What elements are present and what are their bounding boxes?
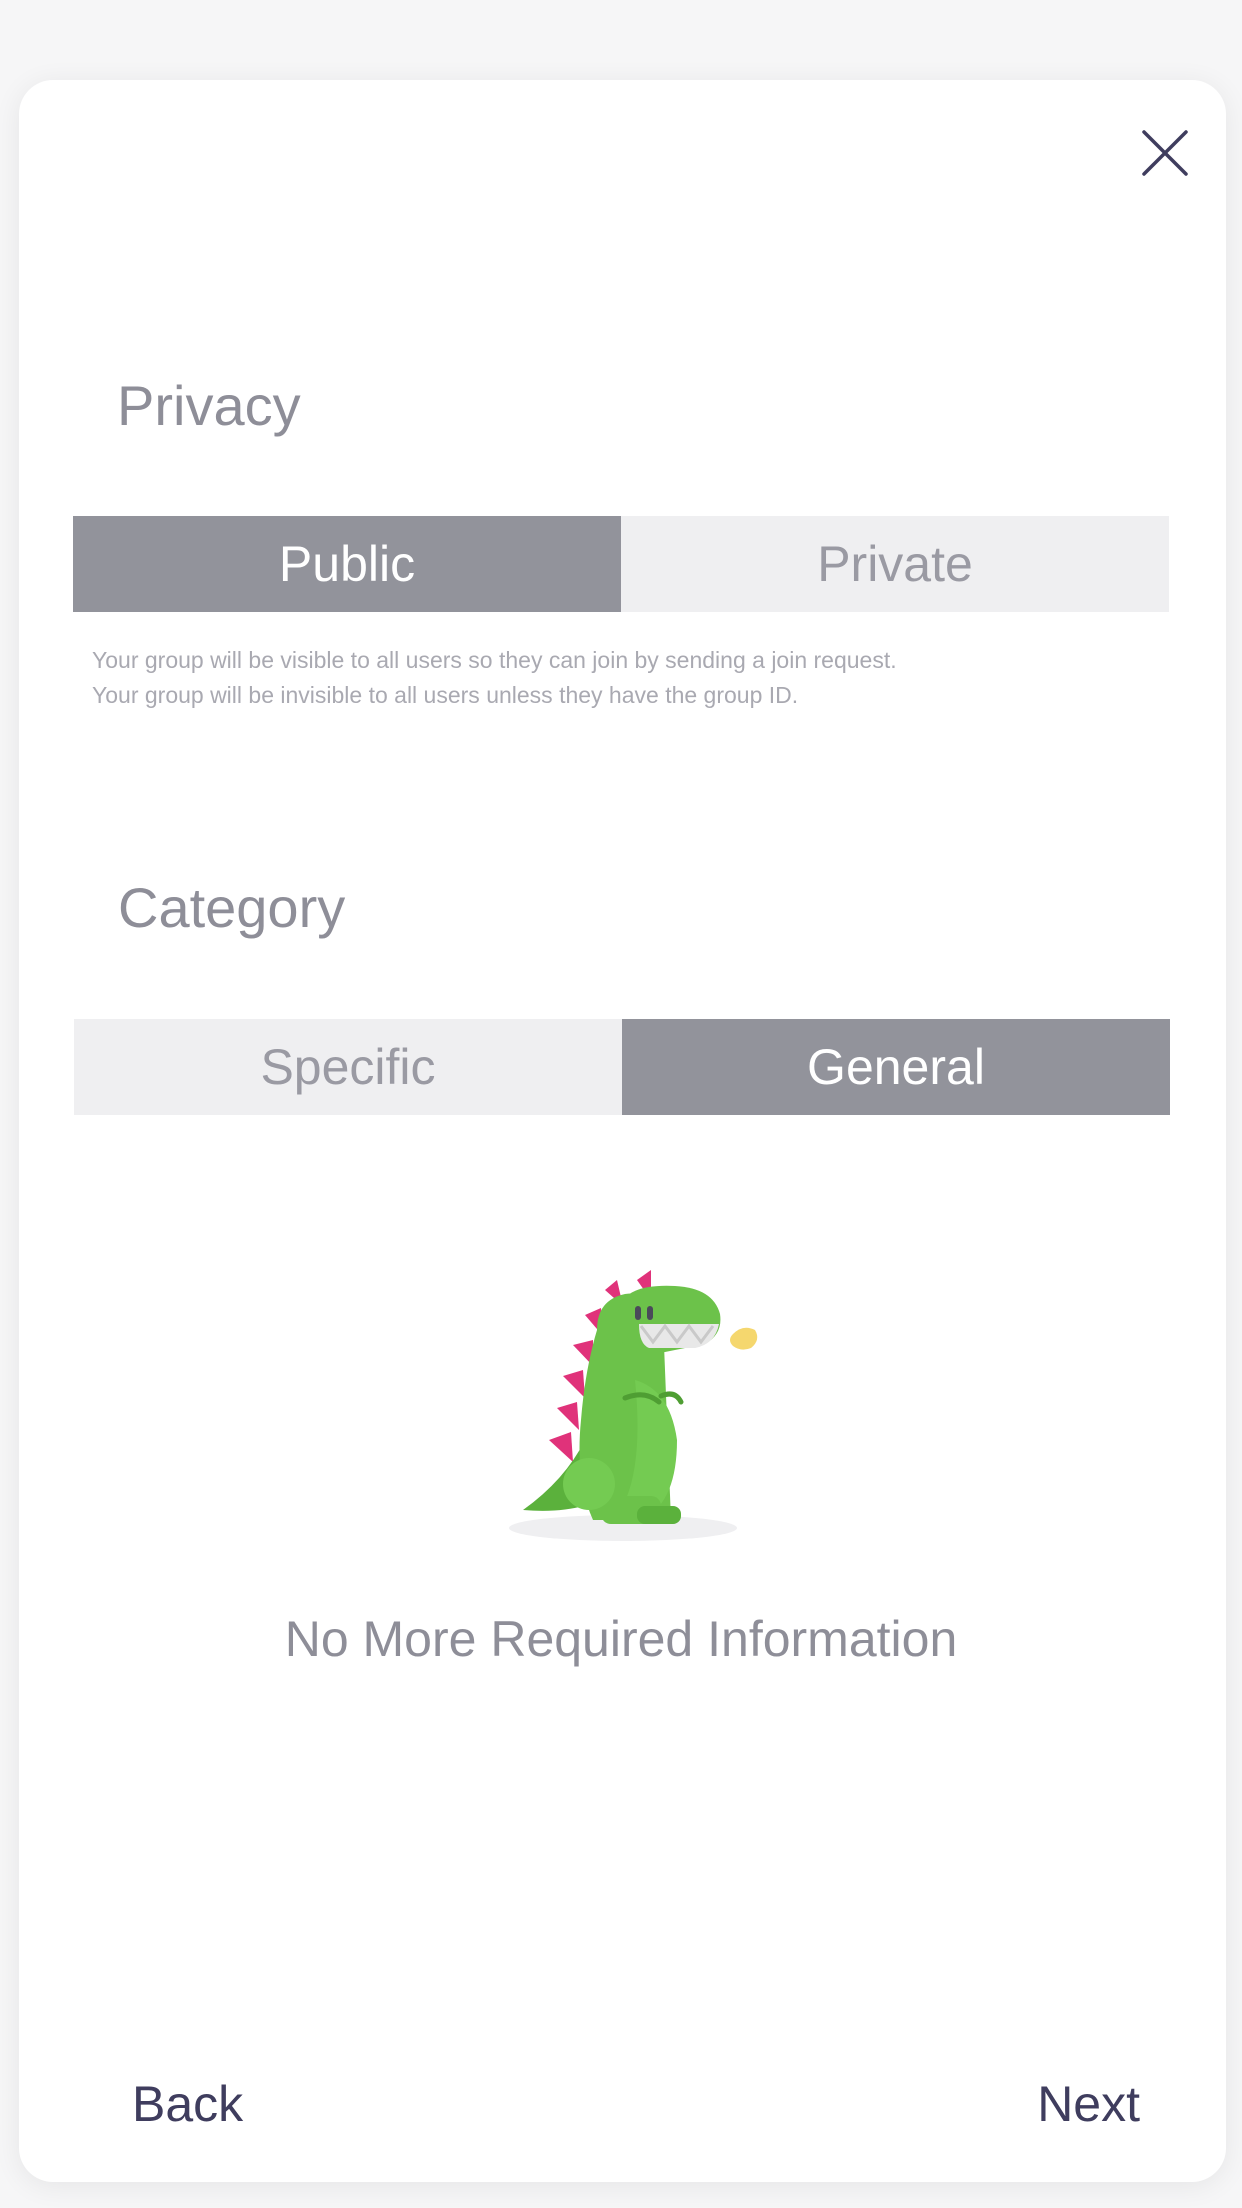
privacy-title: Privacy [117, 374, 301, 437]
close-button[interactable] [1120, 108, 1210, 198]
privacy-description-public: Your group will be visible to all users … [92, 647, 897, 673]
category-option-general[interactable]: General [622, 1019, 1170, 1115]
dinosaur-illustration [509, 1270, 758, 1541]
privacy-option-public[interactable]: Public [73, 516, 621, 612]
next-button[interactable]: Next [1037, 2075, 1140, 2133]
empty-state-message: No More Required Information [284, 1611, 958, 1667]
privacy-segmented-control: Public Private [73, 516, 1169, 612]
close-icon [1142, 130, 1188, 176]
back-button[interactable]: Back [132, 2075, 243, 2133]
privacy-option-private[interactable]: Private [621, 516, 1169, 612]
privacy-description-private: Your group will be invisible to all user… [92, 682, 799, 708]
privacy-description: Your group will be visible to all users … [92, 643, 897, 713]
category-title: Category [118, 876, 346, 939]
category-segmented-control: Specific General [74, 1019, 1170, 1115]
category-option-specific[interactable]: Specific [74, 1019, 622, 1115]
